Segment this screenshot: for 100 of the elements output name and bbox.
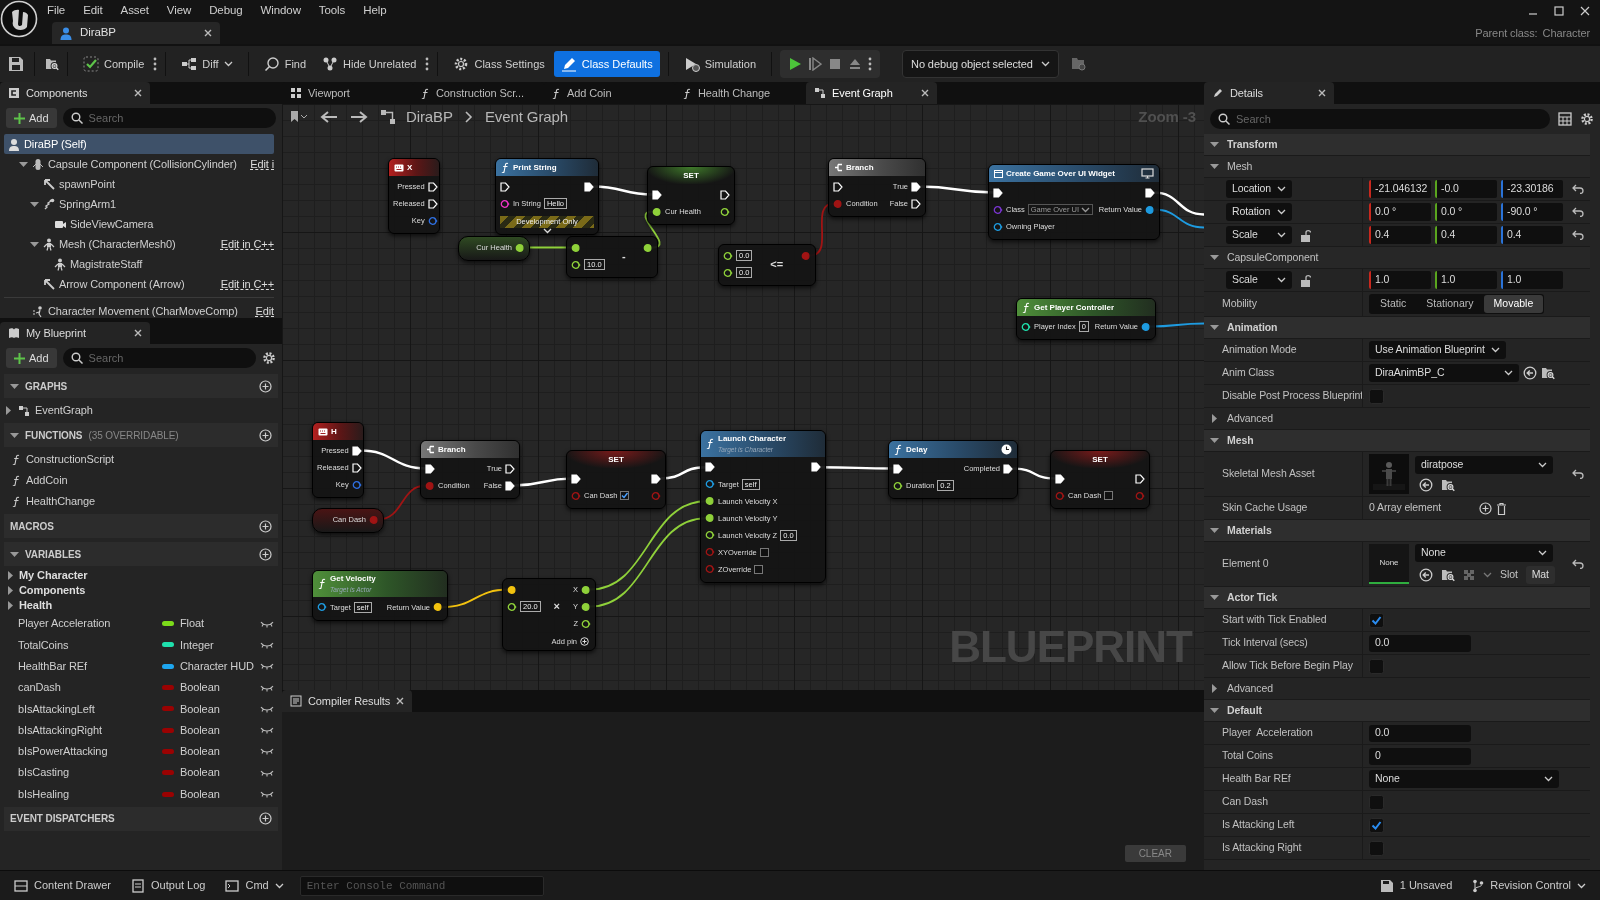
number-field[interactable]: 0.0 [1369, 724, 1471, 742]
data-pin[interactable] [893, 480, 903, 491]
section-header[interactable]: EVENT DISPATCHERS [4, 806, 278, 831]
caret-icon[interactable] [1490, 347, 1500, 353]
exec-pin[interactable] [911, 181, 921, 192]
data-pin[interactable] [500, 198, 510, 209]
expand-arrow-icon[interactable] [1210, 253, 1219, 262]
more-icon[interactable] [868, 57, 873, 71]
checkbox[interactable] [1369, 388, 1384, 404]
collapse-arrow-icon[interactable] [4, 406, 13, 415]
caret-icon[interactable] [1040, 61, 1050, 67]
class-dropdown[interactable]: DiraAnimBP_C [1369, 364, 1519, 382]
reset-icon[interactable] [1572, 469, 1584, 479]
exec-pin[interactable] [1135, 473, 1145, 484]
section-header[interactable]: Materials [1204, 520, 1590, 542]
exec-pin[interactable] [351, 445, 362, 456]
collapse-arrow-icon[interactable] [1210, 414, 1219, 423]
data-pin[interactable] [723, 267, 733, 278]
tree-item[interactable]: spawnPoint [4, 174, 274, 194]
material-dropdown[interactable]: None [1415, 544, 1553, 562]
close-icon[interactable] [1580, 6, 1590, 16]
close-icon[interactable] [204, 29, 212, 37]
vector-field[interactable]: 0.4 [1501, 226, 1563, 244]
unlock-icon[interactable] [1300, 273, 1311, 287]
edit-link[interactable]: Edit in C++ [220, 235, 274, 253]
add-circle-icon[interactable] [259, 519, 272, 533]
breadcrumb-item[interactable]: Event Graph [484, 105, 569, 129]
section-header[interactable]: Actor Tick [1204, 587, 1590, 609]
eye-icon[interactable] [260, 790, 274, 798]
section-header[interactable]: Transform [1204, 134, 1590, 156]
panel-tab[interactable]: Compiler Results [282, 690, 413, 712]
reset-icon[interactable] [1572, 184, 1584, 194]
back-icon[interactable] [320, 111, 338, 123]
exec-pin[interactable] [427, 181, 438, 192]
menu-item[interactable]: Debug [200, 2, 252, 20]
pin-checkbox[interactable] [759, 547, 769, 557]
checkbox[interactable] [1369, 658, 1384, 674]
exec-pin[interactable] [505, 480, 515, 491]
variable-name[interactable]: bIsCasting [18, 764, 162, 781]
expand-arrow-icon[interactable] [1210, 706, 1219, 715]
data-pin[interactable] [571, 259, 581, 270]
arrow-circle-icon[interactable] [1419, 478, 1433, 492]
panel-tab[interactable]: My Blueprint [0, 322, 150, 344]
more-icon[interactable] [425, 57, 430, 71]
vector-field[interactable]: -90.0 ° [1501, 203, 1563, 221]
menu-item[interactable]: Tools [309, 2, 355, 20]
menu-item[interactable]: Edit [74, 2, 112, 20]
variable-name[interactable]: bIsPowerAttacking [18, 743, 162, 760]
arrow-circle-icon[interactable] [1523, 366, 1537, 380]
slot-field[interactable]: Mat [1525, 566, 1555, 584]
exec-pin[interactable] [500, 181, 510, 192]
expand-arrow-icon[interactable] [1210, 323, 1219, 332]
data-pin[interactable] [581, 601, 591, 612]
transform-dropdown[interactable]: Rotation [1226, 203, 1292, 221]
eye-icon[interactable] [260, 619, 274, 628]
reset-icon[interactable] [1572, 230, 1584, 240]
play-icon[interactable] [788, 57, 803, 71]
category-item[interactable]: My Character [0, 568, 282, 583]
toolbar-button[interactable]: Diff [174, 51, 240, 77]
data-pin[interactable] [705, 530, 715, 541]
close-icon[interactable] [396, 697, 405, 705]
data-pin[interactable] [705, 496, 715, 507]
collapse-arrow-icon[interactable] [6, 601, 15, 610]
expand-arrow-icon[interactable] [1210, 593, 1219, 602]
caret-icon[interactable] [1277, 209, 1286, 215]
caret-icon[interactable] [1277, 277, 1286, 283]
close-icon[interactable] [134, 329, 142, 337]
tree-item[interactable]: Capsule Component (CollisionCylinder) Edit i [4, 154, 274, 174]
exec-pin[interactable] [911, 198, 921, 209]
panel-tab[interactable]: Details [1204, 82, 1334, 104]
caret-icon[interactable] [1538, 462, 1547, 468]
exec-pin[interactable] [993, 187, 1003, 198]
expand-arrow-icon[interactable] [1210, 436, 1219, 445]
variable-name[interactable]: bIsAttackingLeft [18, 700, 162, 718]
vector-field[interactable]: -23.30186 [1501, 180, 1563, 198]
tree-item[interactable]: Mesh (CharacterMesh0) Edit in C++ [4, 234, 274, 254]
category-item[interactable]: Components [0, 583, 282, 598]
eye-icon[interactable] [260, 683, 274, 692]
segment-option[interactable]: Static [1370, 295, 1417, 313]
exec-pin[interactable] [811, 462, 821, 473]
exec-pin[interactable] [425, 463, 435, 474]
expand-arrow-icon[interactable] [30, 239, 39, 249]
toolbar-button[interactable]: Compile [76, 51, 152, 77]
vector-field[interactable]: 0.4 [1369, 226, 1431, 244]
reset-icon[interactable] [1572, 559, 1584, 569]
checkbox[interactable] [1369, 817, 1384, 833]
caret-icon[interactable] [223, 61, 233, 67]
expand-arrow-icon[interactable] [10, 381, 19, 391]
toolbar-button[interactable]: Simulation [676, 51, 764, 77]
menu-item[interactable]: Asset [111, 2, 158, 20]
list-item[interactable]: AddCoin [0, 470, 282, 491]
arrow-circle-icon[interactable] [1419, 568, 1433, 582]
data-pin[interactable] [515, 242, 525, 253]
exec-pin[interactable] [1055, 473, 1065, 484]
caret-icon[interactable] [1277, 186, 1286, 192]
caret-icon[interactable] [274, 882, 284, 889]
debug-dropdown[interactable]: No debug object selected [902, 50, 1059, 78]
parent-class-link[interactable]: Character [1542, 24, 1590, 42]
graph-tab[interactable]: Event Graph [806, 82, 937, 104]
menu-item[interactable]: File [38, 2, 75, 20]
